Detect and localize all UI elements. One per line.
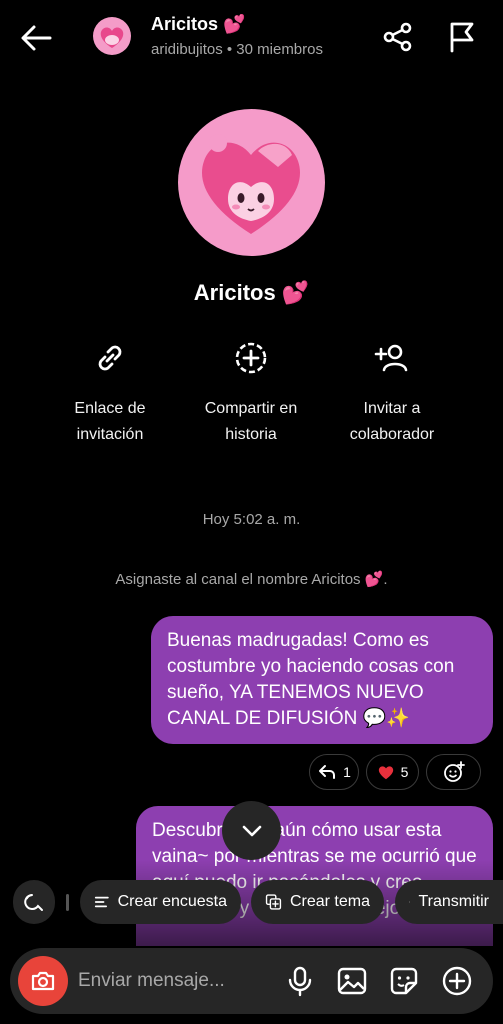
system-message: Asignaste al canal el nombre Aricitos 💕. [115, 571, 388, 588]
sticker-icon[interactable] [388, 965, 420, 997]
flag-icon [450, 22, 474, 53]
share-story-label: Compartir en historia [204, 400, 298, 443]
scroll-to-bottom-button[interactable] [222, 801, 281, 860]
add-attachment-icon[interactable] [441, 965, 473, 997]
microphone-icon[interactable] [284, 965, 316, 997]
broadcast-chip[interactable]: Transmitir [395, 880, 503, 924]
message-input[interactable] [78, 961, 278, 1001]
add-reaction-button[interactable] [426, 754, 481, 790]
topic-icon [265, 894, 282, 910]
chip-divider [66, 894, 69, 911]
share-button[interactable] [380, 19, 416, 55]
invite-link-label: Enlace de invitación [74, 400, 146, 443]
invite-collaborator-label: Invitar a colaborador [349, 400, 435, 443]
broadcast-label: Transmitir [418, 893, 489, 910]
add-person-icon [374, 344, 408, 372]
create-poll-chip[interactable]: Crear encuesta [80, 880, 241, 924]
link-icon [98, 345, 122, 371]
camera-button[interactable] [18, 956, 68, 1006]
search-chat-icon [24, 894, 43, 911]
poll-icon [94, 896, 109, 908]
channel-title[interactable]: Aricitos 💕 [151, 14, 245, 35]
quick-actions-bar: Crear encuesta Crear tema Transmitir [0, 880, 503, 926]
gallery-icon[interactable] [336, 965, 368, 997]
back-button[interactable] [18, 20, 54, 56]
heart-reaction-button[interactable]: 5 [366, 754, 419, 790]
heart-count: 5 [400, 764, 409, 780]
top-bar: Aricitos 💕 aridibujitos • 30 miembros [0, 0, 503, 76]
channel-subtitle: aridibujitos • 30 miembros [151, 41, 323, 58]
share-story-action[interactable]: Compartir en historia [176, 340, 326, 448]
add-reaction-icon [443, 761, 465, 782]
message-composer [10, 948, 493, 1014]
message-bubble[interactable]: Buenas madrugadas! Como es costumbre yo … [151, 616, 493, 744]
camera-icon [31, 971, 55, 991]
create-poll-label: Crear encuesta [117, 893, 227, 910]
channel-name-heading: Aricitos 💕 [193, 280, 310, 305]
search-chip[interactable] [13, 880, 55, 924]
heart-mascot-icon [201, 134, 301, 234]
chat-timestamp: Hoy 5:02 a. m. [202, 511, 301, 528]
create-topic-label: Crear tema [289, 893, 370, 910]
add-story-icon [235, 342, 267, 374]
share-icon [383, 22, 412, 52]
invite-link-action[interactable]: Enlace de invitación [35, 340, 185, 448]
create-topic-chip[interactable]: Crear tema [251, 880, 384, 924]
reply-icon [319, 765, 336, 779]
report-button[interactable] [444, 19, 480, 55]
channel-avatar-large[interactable] [178, 109, 325, 256]
chevron-down-icon [242, 825, 261, 836]
heart-logo-icon [100, 27, 124, 48]
reply-count-button[interactable]: 1 [309, 754, 359, 790]
back-arrow-icon [21, 25, 52, 51]
broadcast-icon [409, 901, 411, 903]
channel-avatar-small[interactable] [93, 17, 131, 55]
heart-icon [378, 766, 393, 780]
reply-count: 1 [343, 764, 351, 780]
invite-collaborator-action[interactable]: Invitar a colaborador [317, 340, 467, 448]
